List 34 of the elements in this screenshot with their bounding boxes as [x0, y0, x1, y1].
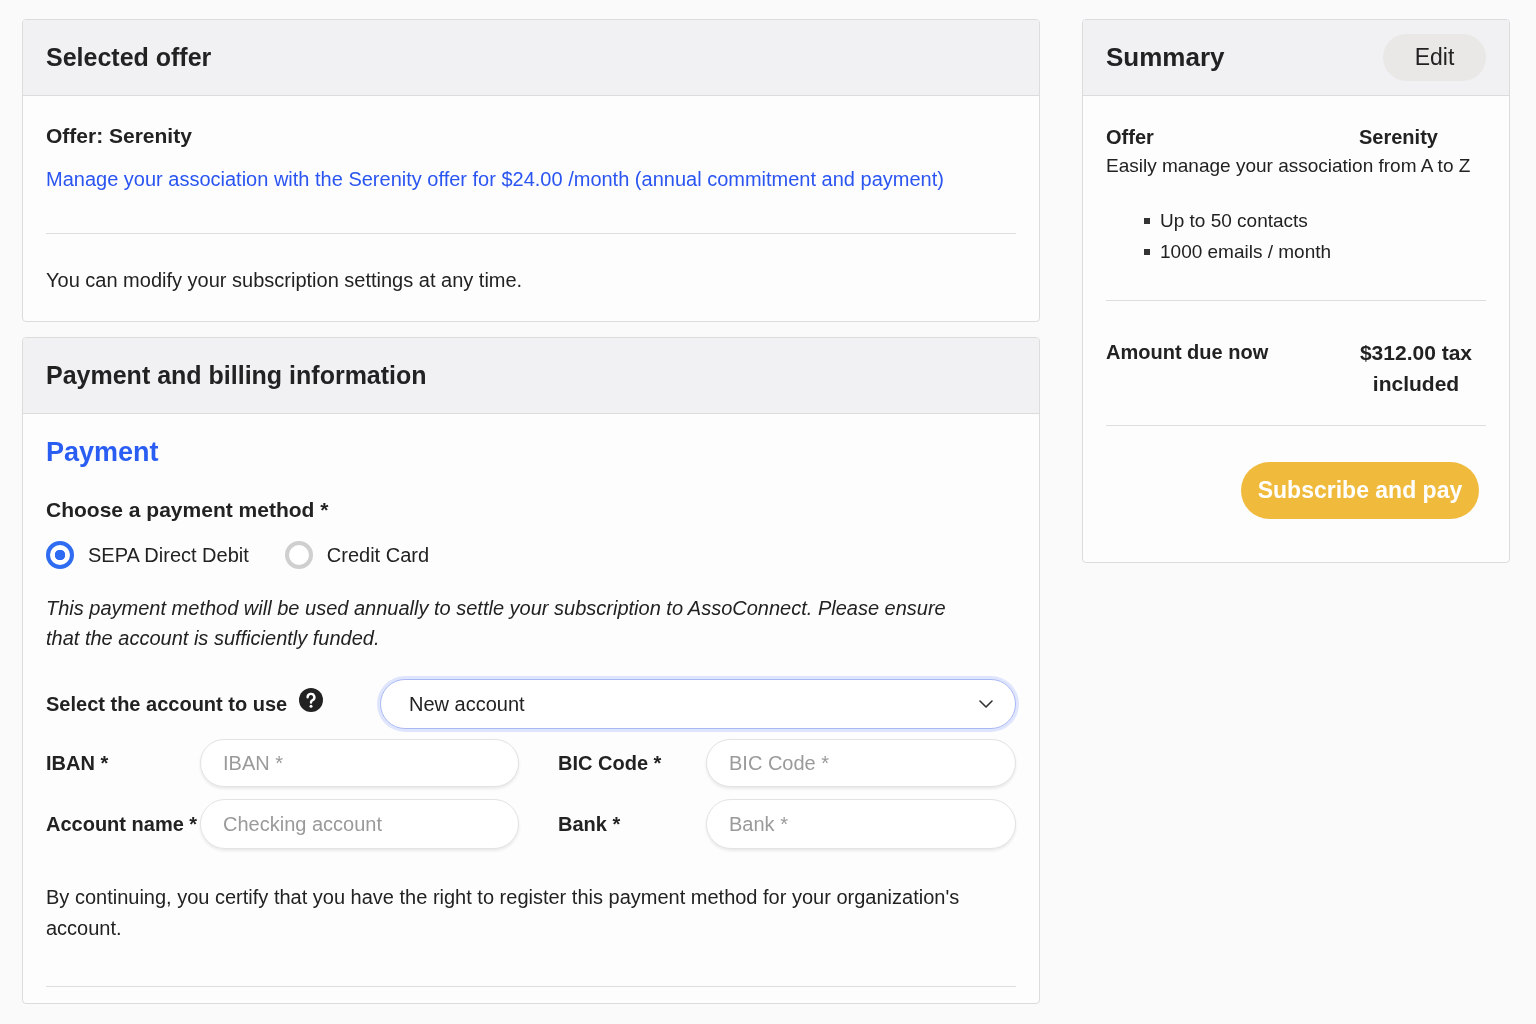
- offer-name: Offer: Serenity: [46, 123, 193, 149]
- offer-link[interactable]: Manage your association with the Serenity offer for $24.00 /month (annual commitment and payment): [46, 165, 1016, 193]
- input-field[interactable]: Bank *: [706, 799, 1016, 849]
- section-title: Payment: [46, 436, 160, 468]
- field-label: Select the account to use: [46, 692, 288, 716]
- input-field[interactable]: BIC Code *: [706, 739, 1016, 787]
- feature-text: Up to 50 contacts: [1160, 209, 1308, 233]
- radio-option[interactable]: SEPA Direct Debit: [46, 541, 249, 569]
- amount-value: $312.00 tax included: [1358, 340, 1474, 397]
- offer-value: Serenity: [1359, 125, 1438, 150]
- bullet-icon: [1144, 217, 1150, 224]
- field-label: Bank *: [558, 812, 622, 836]
- field-label: Account name *: [46, 812, 199, 836]
- card-title: Selected offer: [46, 43, 212, 72]
- method-note: This payment method will be used annually to settle your subscription to AssoConnect. Please ensure that the account is sufficiently funded.: [46, 596, 947, 651]
- input-field[interactable]: Checking account: [200, 799, 519, 849]
- certification-text: By continuing, you certify that you have the right to register this payment method for your organization's account.: [46, 885, 961, 941]
- field-label: BIC Code *: [558, 751, 663, 775]
- bullet-icon: [1144, 248, 1150, 255]
- amount-label: Amount due now: [1106, 340, 1269, 365]
- field-label: IBAN *: [46, 751, 110, 775]
- radio-option[interactable]: Credit Card: [284, 541, 430, 569]
- offer-description: Easily manage your association from A to Z: [1106, 154, 1472, 178]
- help-icon[interactable]: [299, 688, 324, 712]
- edit-button[interactable]: Edit: [1383, 34, 1486, 81]
- chevron-down-icon: [979, 700, 993, 708]
- offer-note: You can modify your subscription settings at any time.: [46, 268, 524, 293]
- card-title: Payment and billing information: [46, 361, 427, 390]
- input-field[interactable]: IBAN *: [200, 739, 519, 787]
- feature-text: 1000 emails / month: [1160, 240, 1332, 264]
- offer-label: Offer: [1106, 125, 1155, 150]
- card-title: Summary: [1106, 42, 1225, 73]
- account-select[interactable]: New account: [380, 679, 1016, 729]
- method-label: Choose a payment method *: [46, 497, 330, 523]
